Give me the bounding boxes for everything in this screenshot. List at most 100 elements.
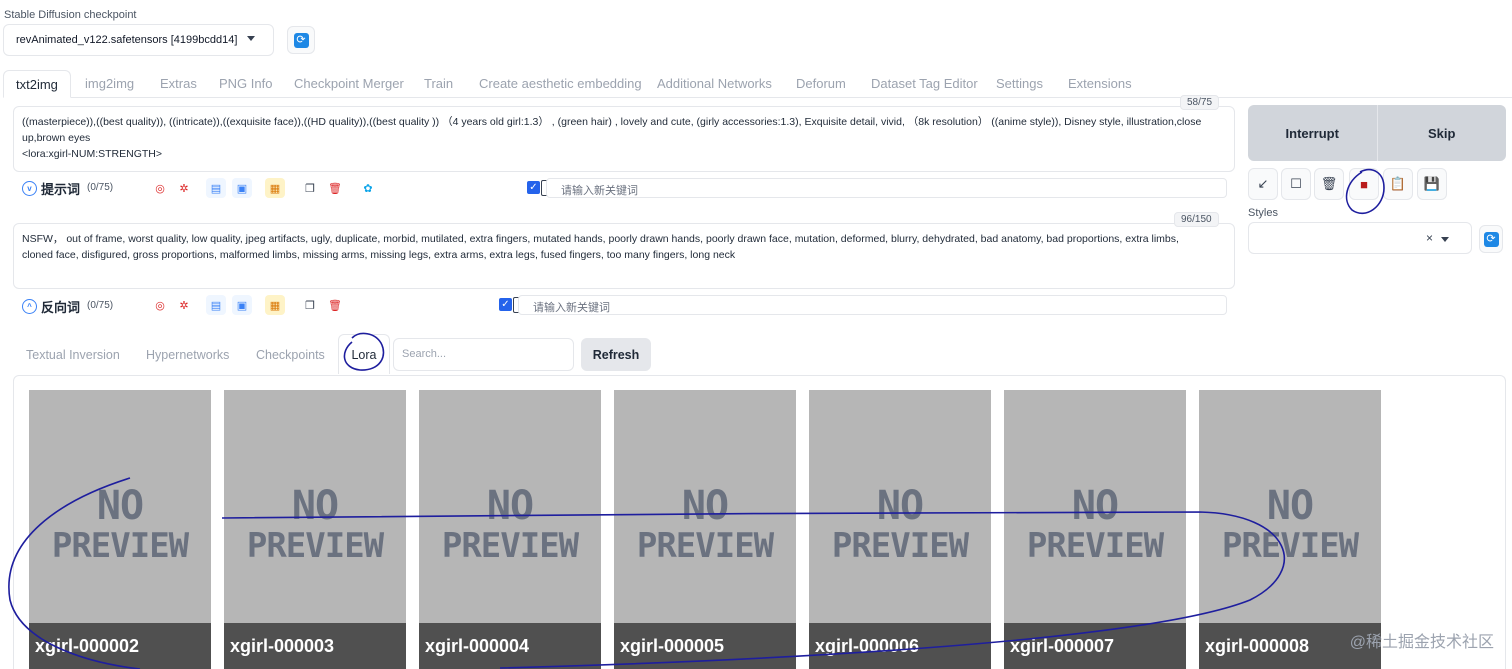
checkpoint-select[interactable]: revAnimated_v122.safetensors [4199bcdd14… (3, 24, 274, 56)
negative-prompt-textarea[interactable]: NSFW， out of frame, worst quality, low q… (13, 223, 1235, 289)
refresh-checkpoint-button[interactable]: ⟳ (287, 26, 315, 54)
prompt-line: <lora:xgirl-NUM:STRENGTH> (22, 148, 163, 160)
prompt-line: up,brown eyes (22, 132, 91, 144)
tab-hypernetworks[interactable]: Hypernetworks (146, 348, 229, 362)
tab-create-aesthetic-embedding[interactable]: Create aesthetic embedding (479, 70, 642, 98)
gear-icon[interactable]: ✲ (174, 295, 194, 315)
watermark: @稀土掘金技术社区 (1349, 634, 1494, 651)
chevron-down-icon (247, 36, 255, 41)
styles-select[interactable]: × (1248, 222, 1472, 254)
prompt-textarea[interactable]: ((masterpiece)),((best quality)), ((intr… (13, 106, 1235, 172)
refresh-button[interactable]: Refresh (581, 338, 651, 371)
bookmark-icon[interactable]: ▣ (232, 178, 252, 198)
tab-extensions[interactable]: Extensions (1068, 70, 1132, 98)
negative-keyword-input[interactable]: 请输入新关键词 (518, 295, 1227, 315)
lora-card-name: xgirl-000007 (1004, 623, 1186, 669)
tab-train[interactable]: Train (424, 70, 453, 98)
clear-icon[interactable]: × (1426, 231, 1433, 245)
negative-prompt-line: cloned face, disfigured, gross proportio… (22, 249, 736, 261)
tab-textual-inversion[interactable]: Textual Inversion (26, 348, 120, 362)
chevron-down-icon (1441, 237, 1449, 242)
checkbox-icon[interactable]: ✓ (527, 181, 540, 194)
no-preview-image: NO PREVIEW (831, 483, 969, 566)
import-icon[interactable]: ▤ (206, 178, 226, 198)
checkpoint-value: revAnimated_v122.safetensors [4199bcdd14… (16, 34, 238, 46)
import-icon[interactable]: ▤ (206, 295, 226, 315)
main-tabs: txt2img img2img Extras PNG Info Checkpoi… (3, 70, 1512, 98)
no-preview-image: NO PREVIEW (51, 483, 189, 566)
no-preview-image: NO PREVIEW (636, 483, 774, 566)
trash-icon: 🗑 (1320, 176, 1338, 191)
prompt-keyword-placeholder: 请输入新关键词 (561, 185, 638, 197)
globe-icon[interactable]: ◎ (150, 178, 170, 198)
save-style-button[interactable]: 💾 (1417, 168, 1447, 200)
clipboard-icon: 📋 (1389, 176, 1407, 191)
tab-img2img[interactable]: img2img (85, 70, 134, 98)
openai-icon[interactable]: ✿ (358, 178, 378, 198)
lora-card[interactable]: NO PREVIEW xgirl-000006 (809, 390, 991, 669)
tab-dataset-tag-editor[interactable]: Dataset Tag Editor (871, 70, 978, 98)
checkpoint-label: Stable Diffusion checkpoint (4, 9, 137, 21)
lora-card[interactable]: NO PREVIEW xgirl-000004 (419, 390, 601, 669)
translate-icon[interactable]: ▦ (265, 178, 285, 198)
prompt-count: (0/75) (87, 182, 114, 193)
prompt-token-counter: 58/75 (1180, 95, 1220, 110)
no-preview-image: NO PREVIEW (1221, 483, 1359, 566)
bookmark-icon[interactable]: ▣ (232, 295, 252, 315)
interrupt-button[interactable]: Interrupt (1248, 105, 1377, 161)
lora-card[interactable]: NO PREVIEW xgirl-000002 (29, 390, 211, 669)
tab-png-info[interactable]: PNG Info (219, 70, 272, 98)
chevron-down-icon: v (22, 181, 37, 196)
no-preview-image: NO PREVIEW (246, 483, 384, 566)
lora-card-name: xgirl-000004 (419, 623, 601, 669)
apply-style-button[interactable]: 📋 (1383, 168, 1413, 200)
negative-prompt-line: NSFW， out of frame, worst quality, low q… (22, 233, 1179, 245)
tab-txt2img[interactable]: txt2img (3, 70, 71, 98)
tab-additional-networks[interactable]: Additional Networks (657, 70, 772, 98)
tab-extras[interactable]: Extras (160, 70, 197, 98)
lora-card-name: xgirl-000002 (29, 623, 211, 669)
lora-card[interactable]: NO PREVIEW xgirl-000007 (1004, 390, 1186, 669)
tab-deforum[interactable]: Deforum (796, 70, 846, 98)
skip-button[interactable]: Skip (1376, 105, 1507, 161)
no-preview-image: NO PREVIEW (1026, 483, 1164, 566)
square-icon: ☐ (1290, 176, 1302, 191)
negative-label[interactable]: ^ 反向词 (22, 297, 80, 316)
arrow-icon: ↙ (1257, 176, 1269, 191)
prompt-label[interactable]: v 提示词 (22, 179, 80, 198)
search-input[interactable]: Search... (393, 338, 574, 371)
trash-icon[interactable]: 🗑 (325, 178, 345, 198)
lora-card-name: xgirl-000006 (809, 623, 991, 669)
save-icon: 💾 (1423, 176, 1441, 191)
copy-icon[interactable]: ❐ (300, 295, 320, 315)
lora-card[interactable]: NO PREVIEW xgirl-000005 (614, 390, 796, 669)
lora-card-name: xgirl-000003 (224, 623, 406, 669)
refresh-icon: ⟳ (293, 32, 309, 48)
chevron-up-icon: ^ (22, 299, 37, 314)
clear-prompt-button[interactable]: 🗑 (1314, 168, 1344, 200)
gear-icon[interactable]: ✲ (174, 178, 194, 198)
read-params-button[interactable]: ↙ (1248, 168, 1278, 200)
refresh-styles-button[interactable]: ⟳ (1479, 225, 1503, 253)
styles-label: Styles (1248, 207, 1278, 219)
negative-keyword-placeholder: 请输入新关键词 (533, 302, 610, 314)
card-icon: ■ (1360, 176, 1368, 192)
tab-checkpoint-merger[interactable]: Checkpoint Merger (294, 70, 404, 98)
search-placeholder: Search... (402, 348, 447, 360)
translate-icon[interactable]: ▦ (265, 295, 285, 315)
trash-icon[interactable]: 🗑 (325, 295, 345, 315)
tab-settings[interactable]: Settings (996, 70, 1043, 98)
copy-icon[interactable]: ❐ (300, 178, 320, 198)
tab-lora[interactable]: Lora (338, 334, 390, 374)
tab-checkpoints[interactable]: Checkpoints (256, 348, 325, 362)
lora-card[interactable]: NO PREVIEW xgirl-000003 (224, 390, 406, 669)
negative-count: (0/75) (87, 300, 114, 311)
globe-icon[interactable]: ◎ (150, 295, 170, 315)
paste-button[interactable]: ☐ (1281, 168, 1311, 200)
refresh-icon: ⟳ (1483, 231, 1499, 247)
prompt-keyword-input[interactable]: 请输入新关键词 (546, 178, 1227, 198)
no-preview-image: NO PREVIEW (441, 483, 579, 566)
extra-networks-button[interactable]: ■ (1349, 168, 1379, 200)
checkbox-icon[interactable]: ✓ (499, 298, 512, 311)
prompt-label-text: 提示词 (41, 182, 81, 197)
